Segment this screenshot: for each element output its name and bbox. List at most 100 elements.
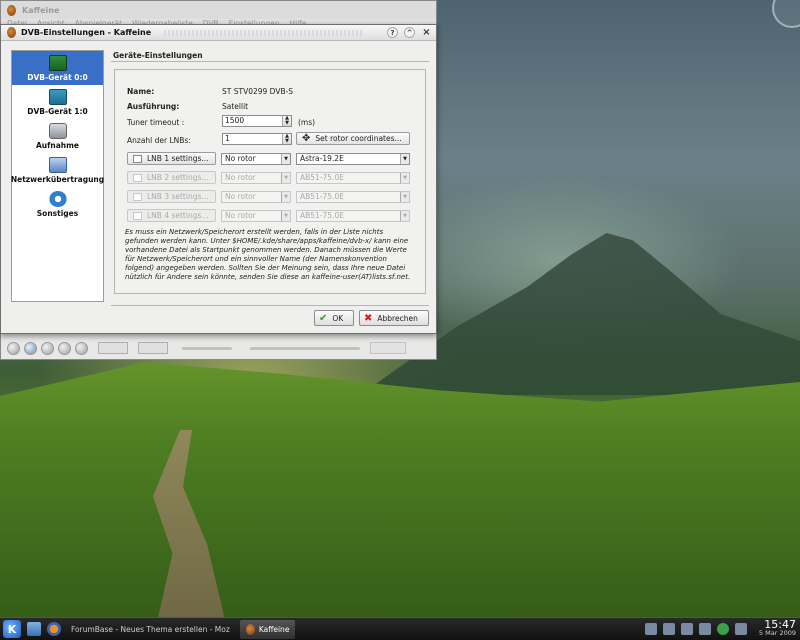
- lnb-4-settings-button[interactable]: LNB 4 settings...: [127, 209, 216, 222]
- titlebar-decoration: [164, 29, 365, 36]
- display-icon[interactable]: [734, 623, 747, 635]
- sidebar-item-network[interactable]: Netzwerkübertragung: [10, 153, 105, 187]
- volume-slider[interactable]: [182, 346, 232, 350]
- button-label: Set rotor coordinates...: [315, 134, 402, 143]
- firefox-icon[interactable]: [47, 622, 61, 636]
- dialog-titlebar[interactable]: DVB-Einstellungen - Kaffeine ? ^ ×: [1, 25, 436, 41]
- settings-sidebar: DVB-Gerät 0:0 DVB-Gerät 1:0 Aufnahme Net…: [11, 50, 104, 302]
- system-tray: 15:47 5 Mar 2009: [644, 619, 796, 638]
- lnb-1-rotor-combo[interactable]: No rotor ▼: [221, 153, 291, 165]
- button-label: Abbrechen: [377, 313, 418, 323]
- taskbar: K ForumBase - Neues Thema erstellen - Mo…: [0, 617, 800, 640]
- combo-value: AB51-75.0E: [300, 211, 344, 220]
- kde-menu-icon[interactable]: K: [3, 620, 21, 638]
- combo-value: No rotor: [225, 154, 256, 163]
- spin-arrows-icon[interactable]: ▲ ▼: [282, 134, 291, 144]
- lnb-3-rotor-combo[interactable]: No rotor ▼: [221, 191, 291, 203]
- tuner-timeout-value: 1500: [225, 116, 245, 125]
- main-window-titlebar[interactable]: Kaffeine: [1, 1, 436, 19]
- spin-arrows-icon[interactable]: ▲ ▼: [282, 116, 291, 126]
- task-forumbase[interactable]: ForumBase - Neues Thema erstellen - Moz: [65, 620, 236, 639]
- chevron-down-icon: ▼: [281, 154, 290, 164]
- stop-button[interactable]: [58, 341, 71, 355]
- sidebar-item-dvb-device-1[interactable]: DVB-Gerät 1:0: [12, 85, 103, 119]
- close-button[interactable]: ×: [421, 27, 432, 38]
- folder-icon[interactable]: [27, 622, 41, 636]
- playback-controls: [7, 339, 406, 357]
- sidebar-item-dvb-device-0[interactable]: DVB-Gerät 0:0: [12, 51, 103, 85]
- chevron-down-icon: ▼: [400, 192, 409, 202]
- task-kaffeine[interactable]: Kaffeine: [239, 619, 296, 639]
- lnb-3-settings-button[interactable]: LNB 3 settings...: [127, 190, 216, 203]
- clock[interactable]: 15:47 5 Mar 2009: [758, 619, 796, 638]
- button-label: LNB 2 settings...: [147, 173, 209, 182]
- combo-value: AB51-75.0E: [300, 173, 344, 182]
- lnb-1-settings-button[interactable]: LNB 1 settings...: [127, 152, 216, 165]
- next-button[interactable]: [75, 341, 88, 355]
- play-button[interactable]: [24, 341, 37, 355]
- shade-button[interactable]: ^: [404, 27, 415, 38]
- task-label: ForumBase - Neues Thema erstellen - Moz: [71, 624, 230, 634]
- type-label: Ausführung:: [127, 102, 180, 111]
- button-label: LNB 4 settings...: [147, 211, 209, 220]
- subtitle-combo[interactable]: [138, 342, 168, 354]
- button-label: LNB 3 settings...: [147, 192, 209, 201]
- dvb-settings-dialog: DVB-Einstellungen - Kaffeine ? ^ × DVB-G…: [0, 24, 437, 334]
- chevron-down-icon: ▼: [281, 173, 290, 183]
- lnb-2-source-combo[interactable]: AB51-75.0E ▼: [296, 172, 410, 184]
- lnb-4-rotor-combo[interactable]: No rotor ▼: [221, 210, 291, 222]
- sidebar-item-recording[interactable]: Aufnahme: [12, 119, 103, 153]
- lnb-icon: [133, 154, 142, 163]
- hard-disk-icon: [48, 123, 67, 139]
- lnb-2-rotor-combo[interactable]: No rotor ▼: [221, 172, 291, 184]
- tuner-timeout-spinbox[interactable]: 1500 ▲ ▼: [222, 115, 292, 127]
- button-label: OK: [332, 313, 344, 323]
- task-label: Kaffeine: [258, 624, 290, 634]
- position-slider[interactable]: [250, 346, 360, 350]
- lnb-3-source-combo[interactable]: AB51-75.0E ▼: [296, 191, 410, 203]
- lnb-count-spinbox[interactable]: 1 ▲ ▼: [222, 133, 292, 145]
- button-separator: [111, 305, 429, 306]
- cancel-button[interactable]: ✖ Abbrechen: [359, 310, 429, 326]
- move-arrows-icon: ✥: [302, 133, 311, 144]
- sidebar-item-label: DVB-Gerät 1:0: [27, 107, 88, 116]
- lnb-count-value: 1: [225, 134, 230, 143]
- ok-button[interactable]: ✔ OK: [314, 310, 354, 326]
- gear-icon: [48, 191, 67, 207]
- help-button[interactable]: ?: [387, 27, 398, 38]
- lnb-icon: [133, 211, 142, 220]
- kaffeine-logo-icon: [7, 4, 16, 16]
- pause-button[interactable]: [41, 341, 54, 355]
- bluetooth-icon[interactable]: [680, 623, 693, 635]
- sidebar-item-label: Sonstiges: [36, 209, 79, 218]
- sidebar-item-label: Netzwerkübertragung: [10, 175, 105, 184]
- set-rotor-coordinates-button[interactable]: ✥ Set rotor coordinates...: [296, 132, 410, 145]
- tuner-timeout-label: Tuner timeout :: [127, 118, 185, 127]
- name-value: ST STV0299 DVB-S: [222, 87, 294, 96]
- combo-value: AB51-75.0E: [300, 192, 344, 201]
- volume-icon[interactable]: [662, 623, 675, 635]
- info-text: Es muss ein Netzwerk/Speicherort erstell…: [125, 228, 411, 281]
- network-computer-icon: [48, 157, 67, 173]
- previous-button[interactable]: [7, 341, 20, 355]
- clipboard-icon[interactable]: [698, 623, 711, 635]
- sidebar-item-label: Aufnahme: [35, 141, 80, 150]
- chevron-down-icon: ▼: [400, 154, 409, 164]
- lnb-1-source-combo[interactable]: Astra-19.2E ▼: [296, 153, 410, 165]
- sidebar-item-label: DVB-Gerät 0:0: [27, 73, 88, 82]
- sidebar-item-misc[interactable]: Sonstiges: [12, 187, 103, 221]
- lnb-count-label: Anzahl der LNBs:: [127, 136, 191, 145]
- checkmark-icon: ✔: [319, 312, 328, 324]
- desktop-cashew-button[interactable]: [772, 0, 800, 28]
- lnb-2-settings-button[interactable]: LNB 2 settings...: [127, 171, 216, 184]
- chevron-down-icon: ▼: [400, 173, 409, 183]
- combo-value: No rotor: [225, 192, 256, 201]
- network-icon[interactable]: [644, 623, 657, 635]
- lnb-4-source-combo[interactable]: AB51-75.0E ▼: [296, 210, 410, 222]
- kaffeine-logo-icon: [7, 27, 16, 38]
- main-window-title: Kaffeine: [22, 5, 60, 15]
- tuner-timeout-unit: (ms): [298, 118, 316, 127]
- update-icon[interactable]: [716, 623, 729, 635]
- clock-date: 5 Mar 2009: [758, 629, 796, 637]
- channel-combo[interactable]: [98, 342, 128, 354]
